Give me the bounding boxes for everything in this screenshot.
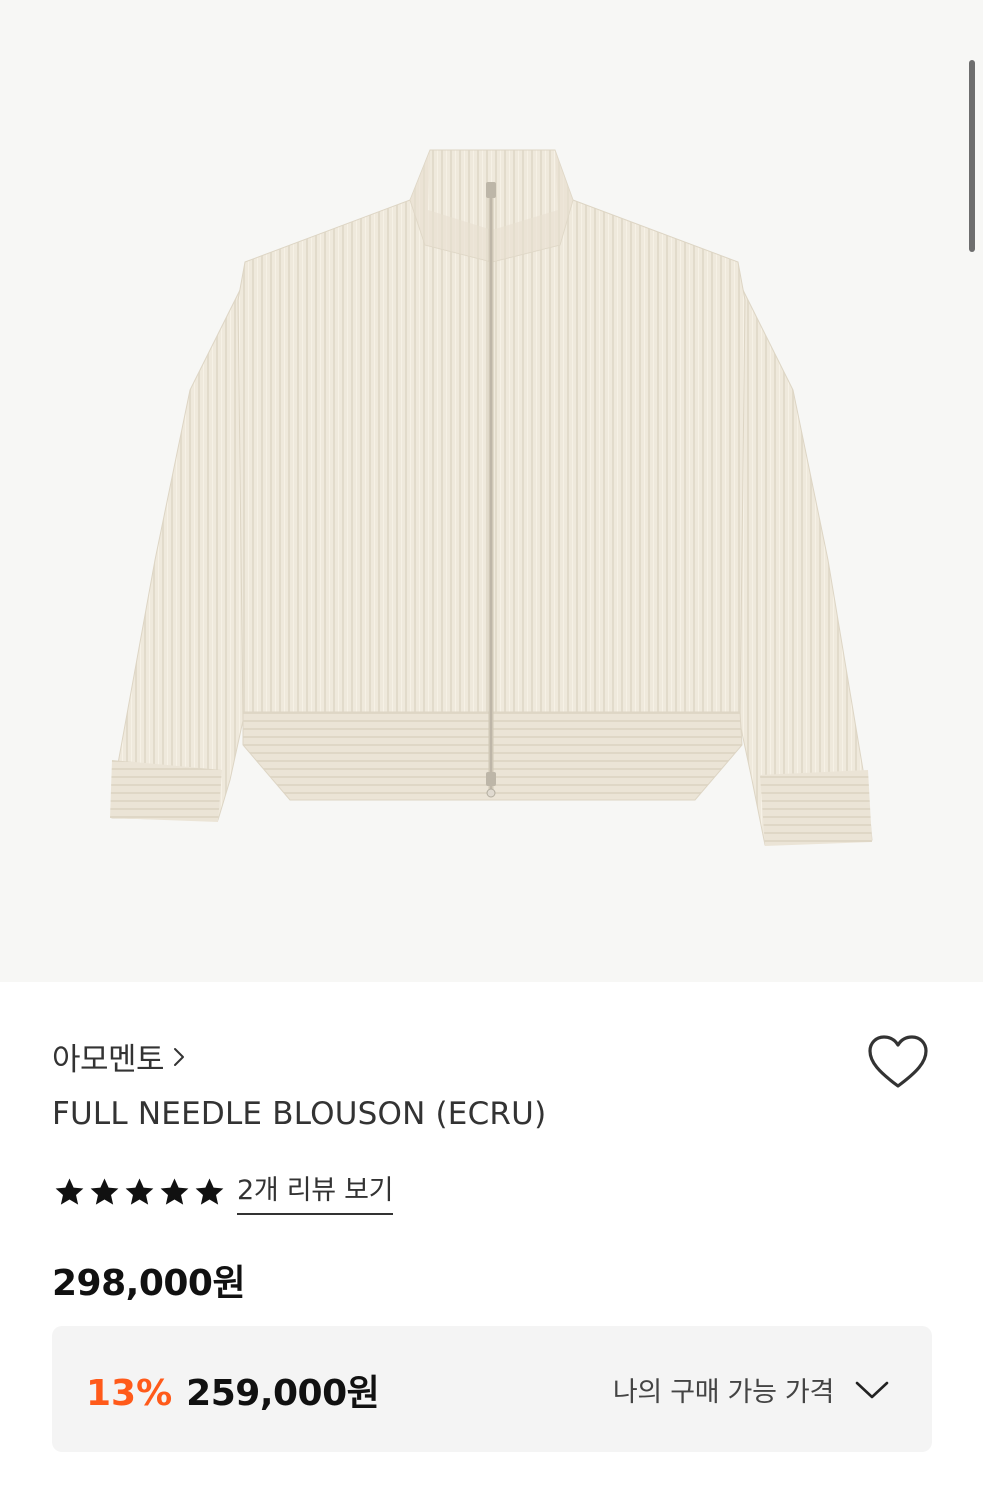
price-box: 13% 259,000원 나의 구매 가능 가격 <box>52 1326 932 1452</box>
product-info: 아모멘토 FULL NEEDLE BLOUSON (ECRU) 2개 리뷰 보기… <box>0 982 983 1500</box>
my-price-toggle[interactable]: 나의 구매 가능 가격 <box>613 1370 890 1409</box>
discount-group: 13% 259,000원 <box>86 1364 380 1416</box>
rating-row: 2개 리뷰 보기 <box>52 1168 393 1215</box>
scrollbar[interactable] <box>969 60 975 252</box>
product-image[interactable] <box>0 0 983 982</box>
star-icon <box>52 1175 87 1209</box>
review-link[interactable]: 2개 리뷰 보기 <box>237 1168 393 1215</box>
star-icon <box>87 1175 122 1209</box>
brand-link[interactable]: 아모멘토 <box>52 1034 186 1079</box>
discount-rate: 13% <box>86 1373 173 1414</box>
star-icon <box>157 1175 192 1209</box>
product-title: FULL NEEDLE BLOUSON (ECRU) <box>52 1096 547 1132</box>
chevron-down-icon <box>854 1379 890 1401</box>
star-icon <box>122 1175 157 1209</box>
star-icon <box>192 1175 227 1209</box>
original-price: 298,000원 <box>52 1263 246 1304</box>
product-photo-garment <box>110 149 873 846</box>
heart-outline-icon <box>868 1035 928 1088</box>
rating-stars <box>52 1175 227 1209</box>
wishlist-button[interactable] <box>867 1034 929 1090</box>
my-price-label: 나의 구매 가능 가격 <box>612 1377 834 1408</box>
chevron-right-icon <box>172 1046 186 1068</box>
sale-price: 259,000원 <box>186 1373 380 1414</box>
brand-name: 아모멘토 <box>52 1042 165 1078</box>
